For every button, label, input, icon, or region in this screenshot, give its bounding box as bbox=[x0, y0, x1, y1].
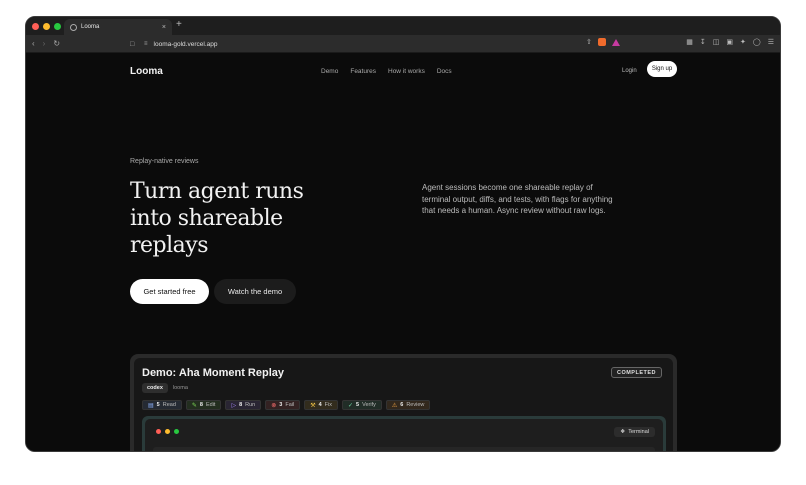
step-label: Fail bbox=[285, 402, 295, 408]
hero-headline: Turn agent runs into shareable replays bbox=[130, 179, 304, 258]
step-label: Review bbox=[406, 402, 425, 408]
demo-card: Demo: Aha Moment Replay COMPLETED codex … bbox=[134, 358, 673, 451]
tab-bar: Looma × + bbox=[26, 17, 780, 35]
nav-link-features[interactable]: Features bbox=[350, 68, 376, 75]
sidebar-icon[interactable]: ◫ bbox=[713, 38, 720, 46]
book-icon: ▤ bbox=[148, 402, 154, 409]
terminal-window: ❖ Terminal bbox=[145, 419, 663, 451]
step-label: Fix bbox=[324, 402, 333, 408]
step-label: Read bbox=[162, 402, 176, 408]
new-tab-button[interactable]: + bbox=[176, 19, 182, 30]
step-count: 8 bbox=[199, 402, 203, 408]
browser-window: Looma × + ‹ › ↻ □ ≡ looma-gold.vercel.ap… bbox=[25, 16, 781, 452]
warning-icon: ⚠ bbox=[391, 402, 398, 409]
x-circle-icon: ⊗ bbox=[271, 402, 277, 409]
address-actions: ⇧ bbox=[586, 38, 620, 46]
terminal-traffic-lights bbox=[156, 429, 179, 434]
step-summary: ▤ 5 Read ✎ 8 Edit ▷ 8 Run ⊗ 3 Fail ⚒ 4 Fix ✓ 5 Verify ⚠ 6 Re… bbox=[142, 400, 431, 410]
tab-close-icon[interactable]: × bbox=[162, 24, 166, 31]
step-chip-read[interactable]: ▤ 5 Read bbox=[142, 400, 182, 410]
terminal-icon: ❖ bbox=[620, 429, 626, 435]
download-icon[interactable]: ↧ bbox=[700, 38, 706, 46]
terminal-preview: ❖ Terminal bbox=[142, 416, 666, 451]
leo-icon[interactable]: ✦ bbox=[740, 38, 746, 46]
menu-icon[interactable]: ☰ bbox=[768, 38, 774, 46]
terminal-close-dot bbox=[156, 429, 161, 434]
minimize-window-button[interactable] bbox=[43, 22, 50, 30]
tag-looma: looma bbox=[172, 385, 188, 391]
address-toolbar: ‹ › ↻ □ ≡ looma-gold.vercel.app ⇧ ▦ ↧ ◫ … bbox=[26, 35, 780, 53]
web-page: Looma Demo Features How it works Docs Lo… bbox=[26, 53, 780, 451]
browser-toolbar: ▦ ↧ ◫ ▣ ✦ ◯ ☰ bbox=[686, 38, 774, 46]
url-text[interactable]: looma-gold.vercel.app bbox=[154, 41, 218, 48]
nav-link-docs[interactable]: Docs bbox=[437, 68, 452, 75]
forward-icon[interactable]: › bbox=[43, 39, 46, 48]
check-circle-icon: ✓ bbox=[348, 402, 354, 409]
hero-eyebrow: Replay-native reviews bbox=[130, 158, 199, 165]
back-icon[interactable]: ‹ bbox=[32, 39, 35, 48]
demo-title: Demo: Aha Moment Replay bbox=[142, 367, 285, 379]
step-chip-review[interactable]: ⚠ 6 Review bbox=[385, 400, 431, 410]
step-count: 4 bbox=[318, 402, 322, 408]
step-chip-fix[interactable]: ⚒ 4 Fix bbox=[304, 400, 339, 410]
step-count: 8 bbox=[239, 402, 243, 408]
step-chip-run[interactable]: ▷ 8 Run bbox=[225, 400, 262, 410]
watch-demo-button[interactable]: Watch the demo bbox=[214, 279, 296, 304]
terminal-label: Terminal bbox=[628, 429, 649, 435]
nav-buttons: ‹ › ↻ bbox=[32, 39, 60, 48]
step-label: Run bbox=[245, 402, 256, 408]
terminal-minimize-dot bbox=[165, 429, 170, 434]
demo-tags: codex looma bbox=[142, 383, 188, 393]
step-count: 5 bbox=[356, 402, 360, 408]
step-chip-fail[interactable]: ⊗ 3 Fail bbox=[265, 400, 301, 410]
globe-icon bbox=[70, 23, 77, 31]
nav-link-how-it-works[interactable]: How it works bbox=[388, 68, 425, 75]
login-link[interactable]: Login bbox=[622, 68, 637, 74]
wallet-icon[interactable]: ▣ bbox=[726, 38, 733, 46]
share-icon[interactable]: ⇧ bbox=[586, 38, 592, 46]
step-count: 6 bbox=[400, 402, 404, 408]
hero-description: Agent sessions become one shareable repl… bbox=[422, 183, 613, 215]
bookmark-icon[interactable]: □ bbox=[130, 41, 134, 48]
step-chip-verify[interactable]: ✓ 5 Verify bbox=[342, 400, 382, 410]
terminal-maximize-dot bbox=[174, 429, 179, 434]
play-icon: ▷ bbox=[231, 402, 237, 409]
close-window-button[interactable] bbox=[32, 22, 39, 30]
vpn-icon[interactable]: ◯ bbox=[753, 38, 761, 46]
terminal-output-line bbox=[153, 447, 655, 451]
step-label: Edit bbox=[205, 402, 216, 408]
status-badge: COMPLETED bbox=[610, 367, 662, 378]
get-started-button[interactable]: Get started free bbox=[130, 279, 209, 304]
address-bar[interactable]: □ ≡ looma-gold.vercel.app bbox=[130, 38, 631, 50]
maximize-window-button[interactable] bbox=[54, 22, 61, 30]
step-count: 5 bbox=[156, 402, 160, 408]
tag-codex: codex bbox=[142, 383, 168, 393]
traffic-lights bbox=[32, 22, 61, 30]
pencil-icon: ✎ bbox=[191, 402, 197, 409]
main-nav: Demo Features How it works Docs bbox=[321, 68, 452, 75]
nav-link-demo[interactable]: Demo bbox=[321, 68, 338, 75]
browser-tab[interactable]: Looma × bbox=[64, 19, 172, 35]
wrench-icon: ⚒ bbox=[310, 402, 316, 409]
tab-title: Looma bbox=[81, 24, 100, 30]
step-label: Verify bbox=[362, 402, 376, 408]
terminal-tab[interactable]: ❖ Terminal bbox=[614, 427, 655, 437]
reload-icon[interactable]: ↻ bbox=[53, 39, 60, 48]
signup-button[interactable]: Sign up bbox=[647, 61, 677, 77]
step-count: 3 bbox=[279, 402, 283, 408]
demo-frame: Demo: Aha Moment Replay COMPLETED codex … bbox=[130, 354, 677, 451]
brave-rewards-icon[interactable] bbox=[611, 38, 620, 46]
site-logo[interactable]: Looma bbox=[130, 66, 163, 77]
site-settings-icon[interactable]: ≡ bbox=[144, 41, 148, 47]
step-chip-edit[interactable]: ✎ 8 Edit bbox=[185, 400, 222, 410]
translate-icon[interactable]: ▦ bbox=[686, 38, 693, 46]
brave-shield-icon[interactable] bbox=[597, 38, 606, 46]
